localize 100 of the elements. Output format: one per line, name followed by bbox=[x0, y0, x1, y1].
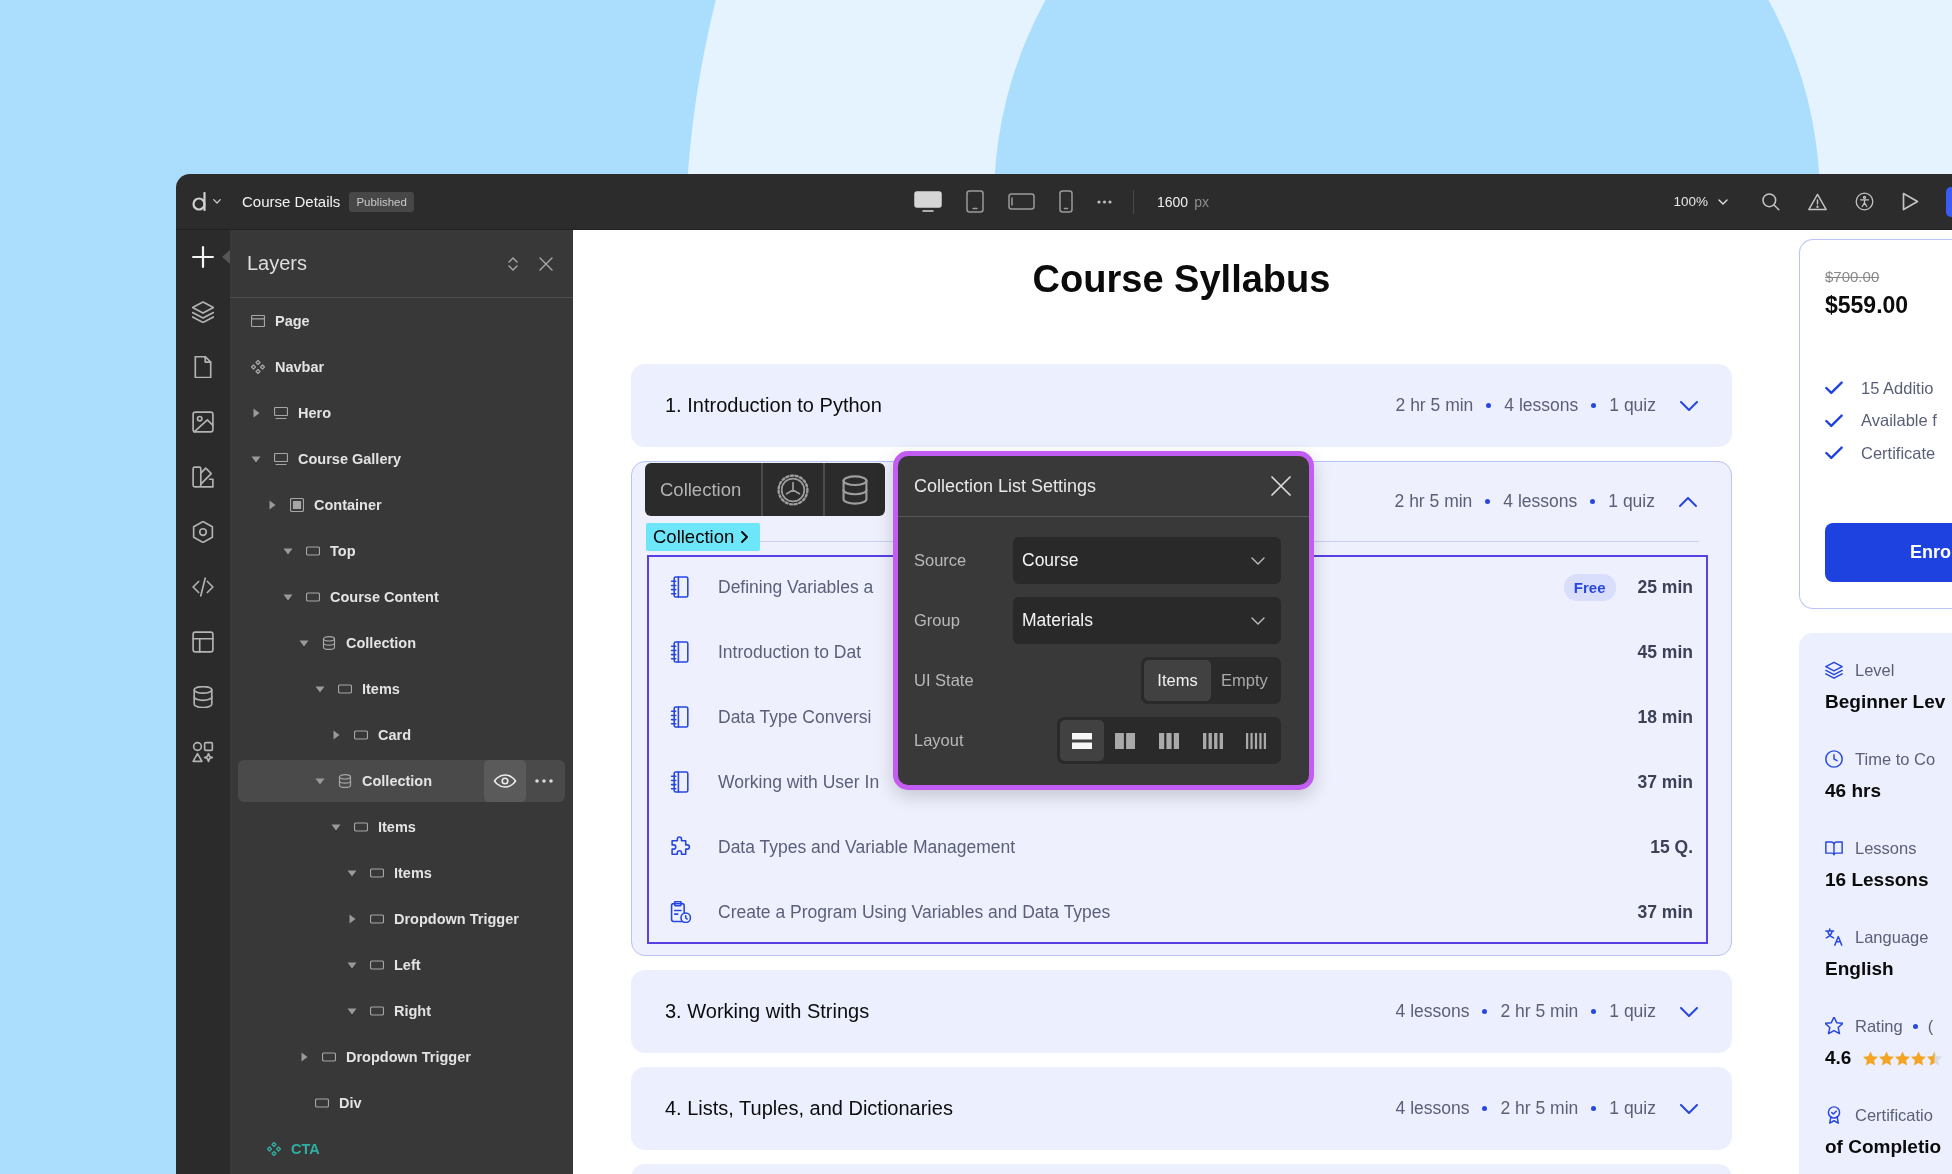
info-label: Time to Co bbox=[1855, 749, 1936, 769]
notebook-icon bbox=[670, 641, 692, 663]
layer-item[interactable]: Div bbox=[238, 1082, 565, 1124]
layer-item[interactable]: Page bbox=[238, 300, 565, 342]
sort-icon[interactable] bbox=[507, 255, 519, 272]
info-label: Language bbox=[1855, 927, 1929, 947]
layer-item[interactable]: Collection bbox=[238, 760, 565, 802]
primary-button[interactable] bbox=[1946, 186, 1952, 217]
layout-option[interactable] bbox=[1060, 720, 1104, 761]
notebook-icon bbox=[670, 706, 692, 728]
lesson-title: Create a Program Using Variables and Data Types bbox=[718, 901, 1111, 923]
three-columns-icon bbox=[1159, 732, 1179, 749]
zoom-dropdown[interactable]: 100% bbox=[1673, 194, 1728, 209]
original-price: $700.00 bbox=[1825, 268, 1880, 286]
caret-right-icon[interactable] bbox=[267, 500, 277, 510]
swatch-icon[interactable] bbox=[192, 466, 214, 488]
logo-menu-button[interactable] bbox=[192, 192, 221, 211]
layer-item[interactable]: Navbar bbox=[238, 346, 565, 388]
caret-down-icon[interactable] bbox=[347, 868, 357, 878]
layer-item[interactable]: Card bbox=[238, 714, 565, 756]
layer-item[interactable]: Items bbox=[238, 806, 565, 848]
open-book-icon bbox=[1825, 839, 1843, 857]
notebook-icon bbox=[670, 771, 692, 793]
layer-item[interactable]: Course Content bbox=[238, 576, 565, 618]
layer-item[interactable]: Container bbox=[238, 484, 565, 526]
tablet-icon[interactable] bbox=[966, 190, 984, 213]
caret-down-icon[interactable] bbox=[331, 822, 341, 832]
shapes-icon[interactable] bbox=[192, 741, 214, 763]
database-icon[interactable] bbox=[192, 686, 214, 708]
caret-down-icon[interactable] bbox=[315, 776, 325, 786]
layer-item[interactable]: CTA bbox=[238, 1128, 565, 1170]
dot-icon bbox=[1590, 499, 1596, 504]
tablet-landscape-icon[interactable] bbox=[1008, 193, 1035, 210]
info-value: of Completio bbox=[1825, 1136, 1942, 1158]
layer-item[interactable]: Right bbox=[238, 990, 565, 1032]
add-icon[interactable] bbox=[192, 246, 214, 268]
module-meta: 2 hr 5 min bbox=[1500, 1098, 1579, 1119]
lesson-duration: 18 min bbox=[1637, 706, 1693, 728]
file-icon[interactable] bbox=[192, 356, 214, 378]
layer-item[interactable]: Collection bbox=[238, 622, 565, 664]
lesson-duration: 45 min bbox=[1637, 641, 1693, 663]
feature-text: 15 Additio bbox=[1861, 378, 1934, 398]
chevron-down-icon[interactable] bbox=[1680, 1006, 1698, 1017]
play-icon[interactable] bbox=[1902, 192, 1919, 211]
layer-item[interactable]: Dropdown Trigger bbox=[238, 1036, 565, 1078]
close-icon[interactable] bbox=[1271, 476, 1291, 496]
layer-item[interactable]: Course Gallery bbox=[238, 438, 565, 480]
image-icon[interactable] bbox=[192, 411, 214, 433]
breadcrumb-tag[interactable]: Collection bbox=[646, 523, 761, 551]
notebook-icon bbox=[670, 576, 692, 598]
caret-right-icon[interactable] bbox=[347, 914, 357, 924]
dropdown[interactable]: Course bbox=[1013, 537, 1281, 584]
layout-icon[interactable] bbox=[192, 631, 214, 653]
caret-down-icon[interactable] bbox=[347, 960, 357, 970]
chevron-up-icon[interactable] bbox=[1679, 496, 1697, 507]
caret-right-icon[interactable] bbox=[251, 408, 261, 418]
layer-item[interactable]: Items bbox=[238, 852, 565, 894]
close-icon[interactable] bbox=[539, 256, 553, 271]
rows-layout-icon bbox=[1071, 732, 1092, 749]
field-label: Layout bbox=[914, 731, 965, 750]
layer-item[interactable]: Hero bbox=[238, 392, 565, 434]
warning-icon[interactable] bbox=[1808, 192, 1827, 211]
puzzle-icon bbox=[670, 836, 692, 858]
layer-item[interactable]: Items bbox=[238, 668, 565, 710]
enroll-button[interactable]: Enro bbox=[1825, 523, 1952, 582]
search-icon[interactable] bbox=[1761, 192, 1780, 211]
layer-item[interactable]: Left bbox=[238, 944, 565, 986]
module-meta: 2 hr 5 min bbox=[1395, 395, 1474, 416]
gear-icon[interactable] bbox=[777, 473, 810, 506]
database-icon[interactable] bbox=[841, 474, 870, 505]
accessibility-icon[interactable] bbox=[1855, 192, 1874, 211]
caret-right-icon[interactable] bbox=[331, 730, 341, 740]
layer-item[interactable]: Top bbox=[238, 530, 565, 572]
caret-down-icon[interactable] bbox=[283, 546, 293, 556]
caret-down-icon[interactable] bbox=[347, 1006, 357, 1016]
more-icon[interactable] bbox=[535, 779, 553, 783]
chevron-down-icon[interactable] bbox=[1680, 1103, 1698, 1114]
more-icon[interactable] bbox=[1097, 199, 1112, 204]
eye-icon[interactable] bbox=[484, 760, 526, 802]
caret-down-icon[interactable] bbox=[251, 454, 261, 464]
sale-price: $559.00 bbox=[1825, 291, 1909, 319]
desktop-icon[interactable] bbox=[914, 191, 942, 212]
dropdown[interactable]: Materials bbox=[1013, 597, 1281, 644]
code-icon[interactable] bbox=[192, 576, 214, 598]
award-icon bbox=[1825, 1106, 1843, 1124]
chevron-down-icon[interactable] bbox=[1680, 400, 1698, 411]
caret-down-icon[interactable] bbox=[299, 638, 309, 648]
layers-icon[interactable] bbox=[192, 301, 214, 323]
dot-icon bbox=[1591, 403, 1597, 408]
segment-option[interactable]: Items bbox=[1144, 660, 1211, 701]
layer-item[interactable]: Dropdown Trigger bbox=[238, 898, 565, 940]
check-icon bbox=[1825, 381, 1843, 395]
hexagon-icon[interactable] bbox=[192, 521, 214, 543]
caret-down-icon[interactable] bbox=[315, 684, 325, 694]
element-name-button[interactable]: Collection bbox=[645, 463, 764, 516]
caret-right-icon[interactable] bbox=[299, 1052, 309, 1062]
phone-icon[interactable] bbox=[1059, 190, 1073, 213]
caret-down-icon[interactable] bbox=[283, 592, 293, 602]
chevron-down-icon bbox=[1718, 198, 1728, 205]
segment-option[interactable]: Empty bbox=[1211, 660, 1278, 701]
